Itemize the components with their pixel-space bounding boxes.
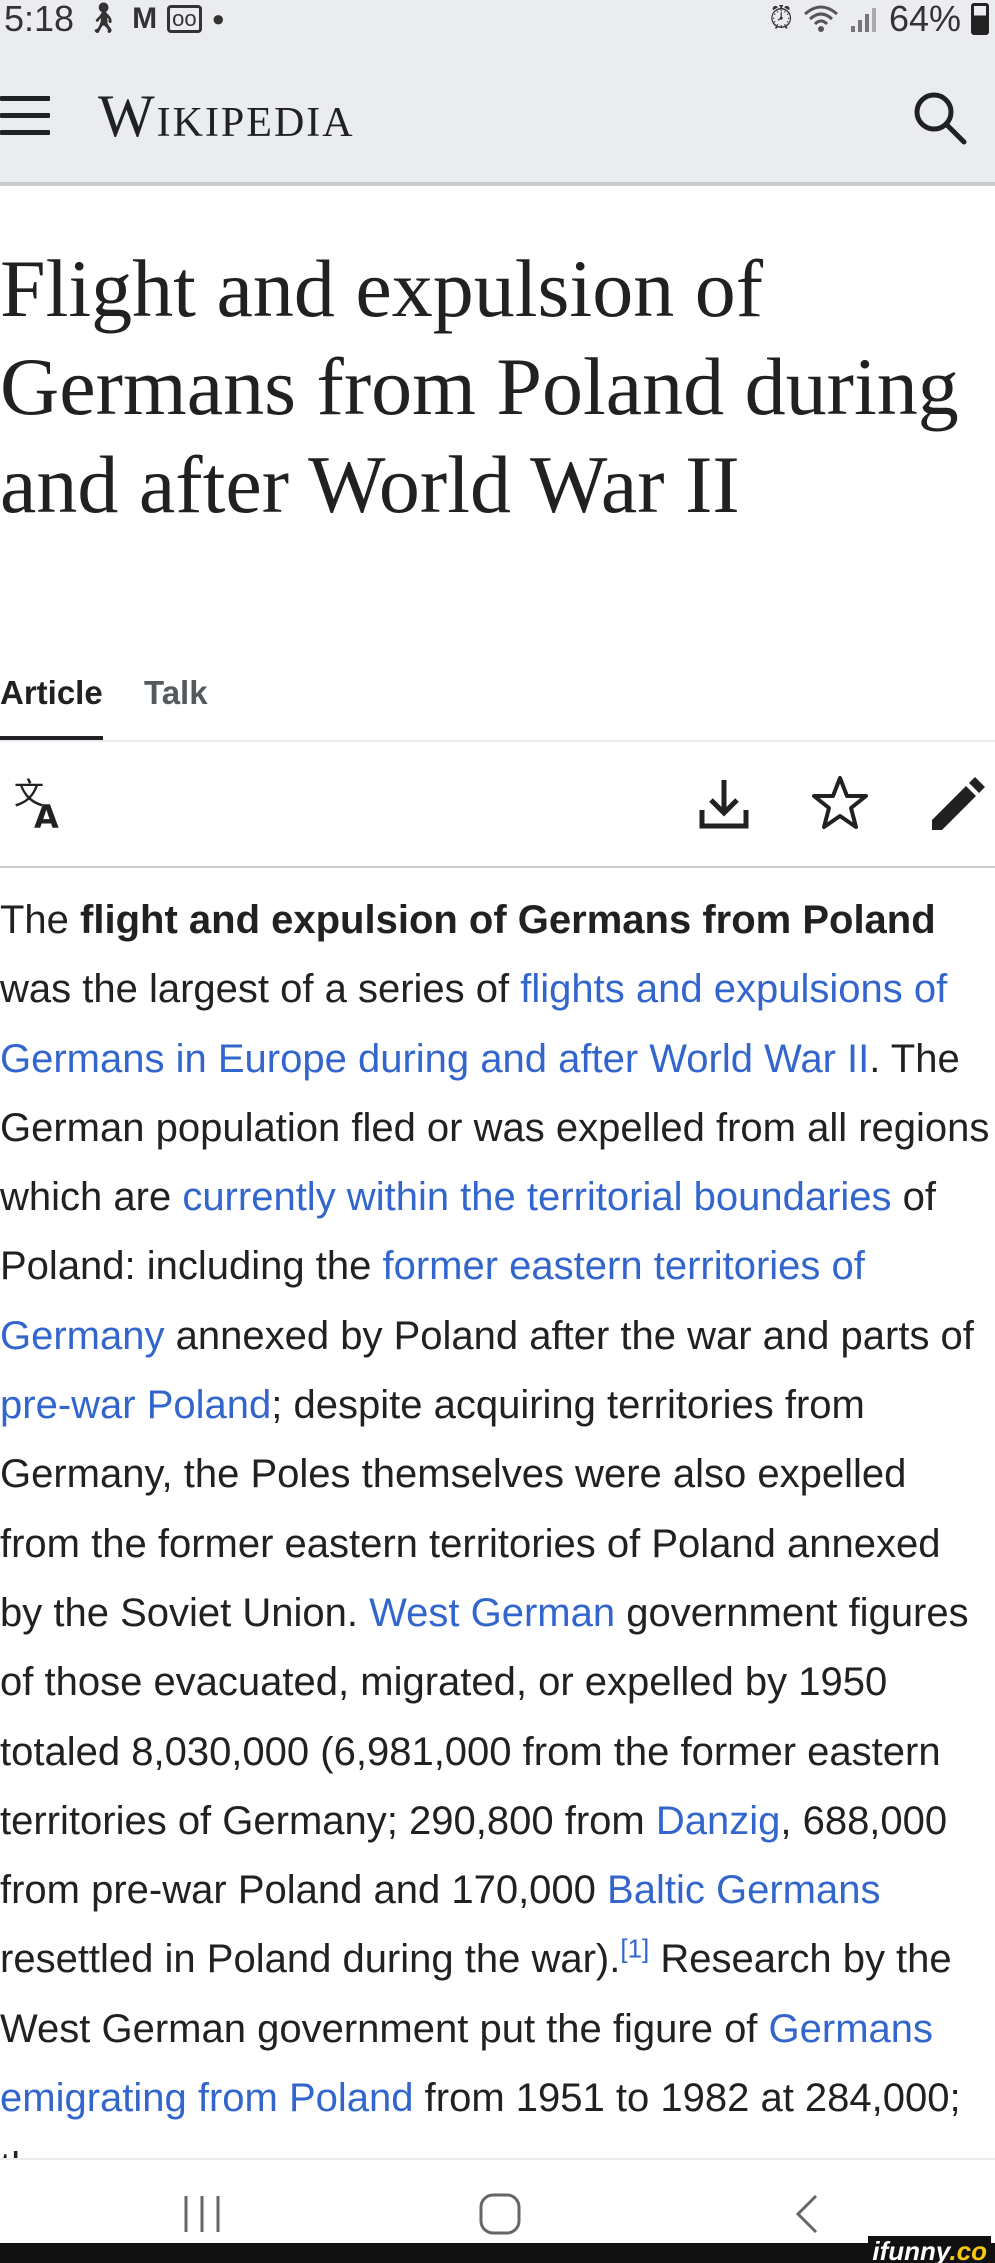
page-title: Flight and expulsion of Germans from Pol… (0, 243, 959, 530)
status-time: 5:18 (4, 0, 75, 39)
wiki-header: Wikipedia (0, 38, 995, 186)
battery-percent: 64% (888, 0, 961, 39)
edit-button[interactable] (926, 774, 986, 834)
link-west-german[interactable]: West German (369, 1591, 615, 1635)
back-icon (795, 2194, 818, 2234)
signal-icon (850, 8, 876, 32)
language-icon: 文 A (14, 777, 59, 836)
download-button[interactable] (694, 774, 754, 834)
language-button[interactable]: 文 A (12, 774, 72, 836)
page-actions-toolbar: 文 A (0, 744, 995, 868)
back-button[interactable] (786, 2192, 830, 2241)
watch-button[interactable] (810, 774, 870, 834)
menu-button[interactable] (0, 96, 50, 136)
wikipedia-wordmark[interactable]: Wikipedia (98, 82, 355, 151)
walking-icon: 🚶︎ (84, 2, 123, 35)
notification-dot-icon: ● (211, 6, 225, 31)
watermark-text: ifunny (872, 2236, 950, 2263)
link-baltic-germans[interactable]: Baltic Germans (607, 1868, 880, 1912)
link-pre-war-poland[interactable]: pre-war Poland (0, 1383, 271, 1427)
tab-article[interactable]: Article (0, 674, 103, 740)
link-territorial-boundaries[interactable]: currently within the territorial boundar… (182, 1175, 891, 1219)
reference-1[interactable]: [1] (620, 1934, 649, 1964)
status-right: ⏰︎ 64% (770, 0, 989, 40)
article-body: The flight and expulsion of Germans from… (0, 886, 990, 2203)
battery-icon (971, 3, 989, 35)
voicemail-icon: oo (167, 5, 202, 33)
watermark-suffix: .co (949, 2236, 987, 2263)
svg-text:A: A (34, 798, 59, 834)
article-text: annexed by Poland after the war and part… (164, 1313, 974, 1358)
tab-talk[interactable]: Talk (144, 674, 208, 736)
download-icon (699, 780, 749, 829)
home-button[interactable] (478, 2192, 522, 2241)
search-button[interactable] (912, 90, 968, 146)
watermark-bar (0, 2243, 995, 2263)
hamburger-icon-line (0, 130, 50, 135)
star-icon (812, 776, 868, 829)
link-danzig[interactable]: Danzig (656, 1799, 781, 1843)
article-text: was the largest of a series of (0, 967, 521, 1012)
wifi-icon (803, 5, 838, 32)
hamburger-icon-line (0, 96, 50, 101)
recent-apps-button[interactable] (180, 2192, 224, 2241)
status-left: 5:18 🚶︎ M oo ● (4, 0, 225, 40)
search-icon (914, 92, 967, 145)
home-icon (479, 2193, 521, 2235)
article-bold-subject: flight and expulsion of Germans from Pol… (80, 898, 936, 942)
ifunny-watermark: ifunny.co (868, 2236, 991, 2263)
article-text: The (0, 898, 81, 942)
article-text: resettled in Poland during the war). (0, 1937, 621, 1982)
recent-apps-icon (184, 2196, 220, 2232)
gmail-icon: M (132, 2, 158, 35)
page-tabs: Article Talk (0, 668, 995, 742)
alarm-icon: ⏰︎ (769, 2, 793, 35)
edit-icon (932, 777, 985, 830)
hamburger-icon-line (0, 113, 50, 118)
status-bar: 5:18 🚶︎ M oo ● ⏰︎ 64% (0, 0, 995, 40)
